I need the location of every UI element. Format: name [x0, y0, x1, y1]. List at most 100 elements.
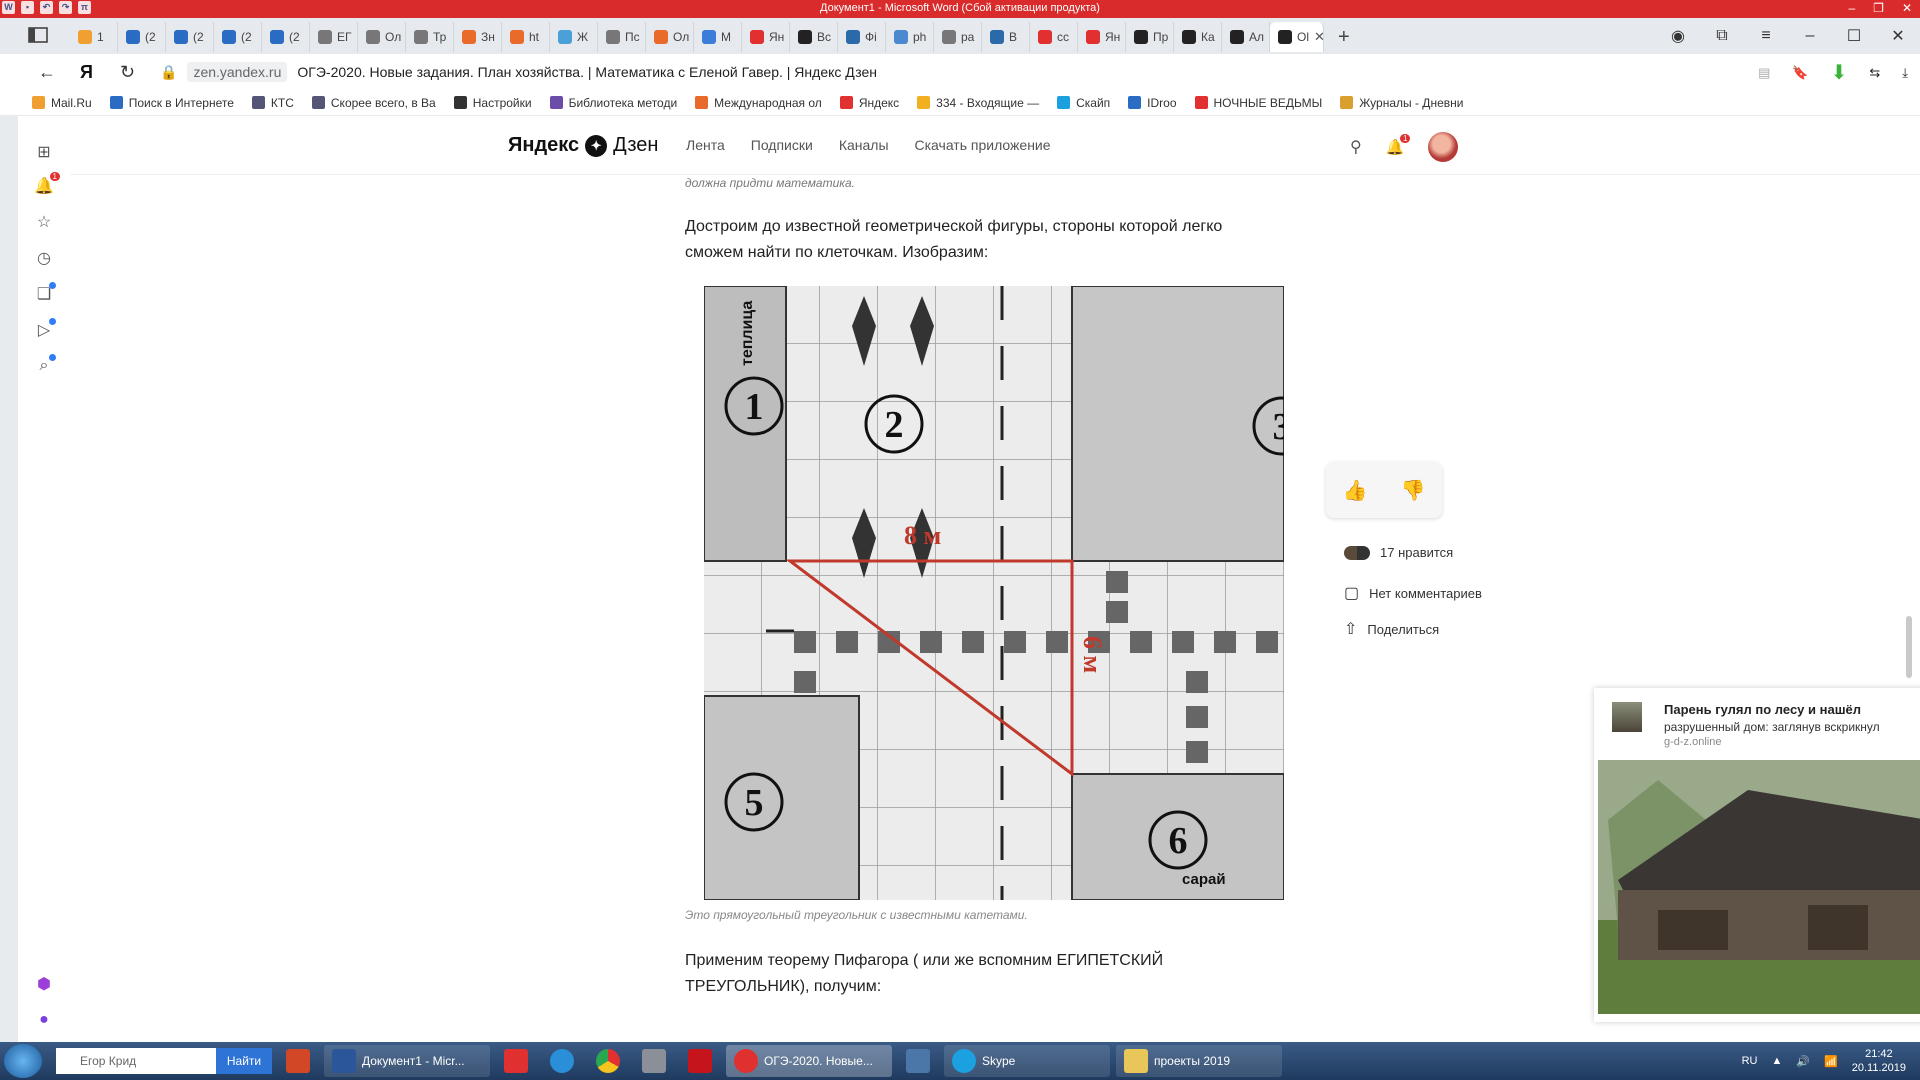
bookmark-item[interactable]: КТС [251, 96, 294, 110]
browser-tab[interactable]: Ян [742, 22, 790, 52]
browser-tab[interactable]: Ка [1174, 22, 1222, 52]
alice-assistant-icon[interactable]: ● [34, 1010, 54, 1030]
browser-tab[interactable]: Фі [838, 22, 886, 52]
browser-tab[interactable]: 1 [70, 22, 118, 52]
browser-tab[interactable]: Вс [790, 22, 838, 52]
nav-feed[interactable]: Лента [686, 137, 725, 153]
minimize-button[interactable]: – [1788, 27, 1832, 45]
avatar[interactable] [1428, 132, 1459, 162]
zen-logo[interactable]: Яндекс ✦ Дзен [508, 134, 658, 157]
ad-card[interactable]: Парень гулял по лесу и нашёл разрушенный… [1594, 688, 1920, 1022]
menu-icon[interactable]: ≡ [1744, 27, 1788, 45]
back-icon[interactable]: ← [38, 62, 56, 83]
maximize-button[interactable]: ☐ [1832, 26, 1876, 46]
printer-icon[interactable] [634, 1045, 674, 1077]
browser-tab[interactable]: ЕГ [310, 22, 358, 52]
profile-icon[interactable]: ◉ [1656, 26, 1700, 46]
like-button[interactable]: 👍 [1326, 462, 1384, 518]
close-icon[interactable]: ✕ [1902, 1, 1912, 15]
ie-icon[interactable] [542, 1045, 582, 1077]
taskbar-find-button[interactable]: Найти [216, 1048, 272, 1074]
bookmark-item[interactable]: Яндекс [839, 96, 899, 110]
bookmark-item[interactable]: Поиск в Интернете [109, 96, 234, 110]
browser-tab[interactable]: ht [502, 22, 550, 52]
comments-link[interactable]: ▢ Нет комментариев [1344, 583, 1482, 603]
start-button[interactable] [4, 1044, 42, 1078]
chrome-icon[interactable] [588, 1045, 628, 1077]
browser-tab[interactable]: Зн [454, 22, 502, 52]
browser-tab[interactable]: Ян [1078, 22, 1126, 52]
taskbar-item-browser[interactable]: ОГЭ-2020. Новые... [726, 1045, 892, 1077]
history-clock-icon[interactable]: ◷ [34, 248, 54, 268]
download-arrow-icon[interactable]: ⬇ [1831, 60, 1848, 85]
media-play-icon[interactable]: ▷ [34, 318, 56, 340]
apps-grid-icon[interactable]: ⊞ [34, 142, 54, 162]
collections-sidebar-icon[interactable]: ❏ [34, 282, 56, 304]
collections-icon[interactable]: ⧉ [1700, 27, 1744, 45]
clock[interactable]: 21:42 20.11.2019 [1852, 1047, 1906, 1075]
bookmark-item[interactable]: Скорее всего, в Ва [311, 96, 436, 110]
browser-tab[interactable]: ра [934, 22, 982, 52]
taskbar-item-word[interactable]: Документ1 - Micr... [324, 1045, 490, 1077]
browser-tab[interactable]: Ол [646, 22, 694, 52]
translate-icon[interactable]: ⇆ [1869, 65, 1880, 81]
tab-close-icon[interactable]: ✕ [1314, 29, 1323, 45]
volume-icon[interactable]: 🔊 [1796, 1055, 1810, 1068]
word-window-controls[interactable]: – ❐ ✕ [1848, 1, 1912, 15]
browser-tab[interactable]: (2 [262, 22, 310, 52]
acrobat-icon[interactable] [680, 1045, 720, 1077]
ad-source[interactable]: g-d-z.online [1664, 736, 1721, 748]
notifications-icon[interactable]: 🔔 1 [34, 172, 60, 196]
bookmark-item[interactable]: Библиотека методи [549, 96, 677, 110]
yandex-browser-icon[interactable] [496, 1045, 536, 1077]
browser-tab[interactable]: Ж [550, 22, 598, 52]
bookmark-item[interactable]: Настройки [453, 96, 532, 110]
bookmark-item[interactable]: НОЧНЫЕ ВЕДЬМЫ [1194, 96, 1322, 110]
tray-arrow-icon[interactable]: ▲ [1771, 1055, 1782, 1067]
browser-tab[interactable]: Пр [1126, 22, 1174, 52]
bookmark-item[interactable]: Скайп [1057, 96, 1110, 110]
browser-tab[interactable]: (2 [118, 22, 166, 52]
minimize-icon[interactable]: – [1848, 1, 1855, 15]
bookmark-item[interactable]: Журналы - Дневни [1340, 96, 1463, 110]
likes-count[interactable]: 17 нравится [1344, 545, 1453, 560]
bell-icon[interactable]: 🔔 1 [1386, 134, 1411, 156]
browser-tab[interactable]: Ол [358, 22, 406, 52]
bookmark-item[interactable]: Mail.Ru [32, 96, 92, 110]
ad-title[interactable]: Парень гулял по лесу и нашёл [1664, 702, 1861, 717]
downloads-icon[interactable]: ⤓ [1902, 65, 1908, 81]
alice-purple-icon[interactable]: ⬢ [34, 974, 54, 994]
browser-tab[interactable]: В [982, 22, 1030, 52]
vk-icon[interactable] [898, 1045, 938, 1077]
taskbar-item-skype[interactable]: Skype [944, 1045, 1110, 1077]
browser-tab[interactable]: (2 [166, 22, 214, 52]
powerpoint-icon[interactable] [278, 1045, 318, 1077]
search-doc-icon[interactable]: ⌕ [34, 354, 56, 376]
favorites-star-icon[interactable]: ☆ [34, 212, 54, 232]
nav-channels[interactable]: Каналы [839, 137, 889, 153]
browser-tab[interactable]: Пс [598, 22, 646, 52]
nav-download-app[interactable]: Скачать приложение [915, 137, 1051, 153]
browser-tab[interactable]: сс [1030, 22, 1078, 52]
maximize-icon[interactable]: ❐ [1873, 1, 1884, 15]
new-tab-button[interactable]: + [1338, 22, 1350, 52]
yandex-logo-icon[interactable]: Я [80, 62, 93, 83]
language-indicator[interactable]: RU [1742, 1055, 1758, 1067]
bookmark-item[interactable]: 334 - Входящие — [917, 96, 1039, 110]
search-icon[interactable]: ⚲ [1350, 137, 1362, 157]
bookmark-item[interactable]: Международная ол [695, 96, 822, 110]
share-link[interactable]: ⇧ Поделиться [1344, 619, 1439, 639]
ad-photo[interactable] [1598, 760, 1920, 1014]
scrollbar[interactable] [1906, 616, 1912, 678]
browser-tab[interactable]: ph [886, 22, 934, 52]
nav-subscriptions[interactable]: Подписки [751, 137, 813, 153]
url-field[interactable]: 🔒 zen.yandex.ru ОГЭ-2020. Новые задания.… [160, 60, 877, 84]
browser-tab[interactable]: Ал [1222, 22, 1270, 52]
close-button[interactable]: ✕ [1876, 26, 1920, 46]
reload-icon[interactable]: ↻ [120, 62, 135, 83]
network-icon[interactable]: 📶 [1824, 1055, 1838, 1068]
browser-tab[interactable]: (2 [214, 22, 262, 52]
taskbar-item-folder[interactable]: проекты 2019 [1116, 1045, 1282, 1077]
reader-mode-icon[interactable]: ▤ [1758, 65, 1770, 81]
browser-tab[interactable]: М [694, 22, 742, 52]
